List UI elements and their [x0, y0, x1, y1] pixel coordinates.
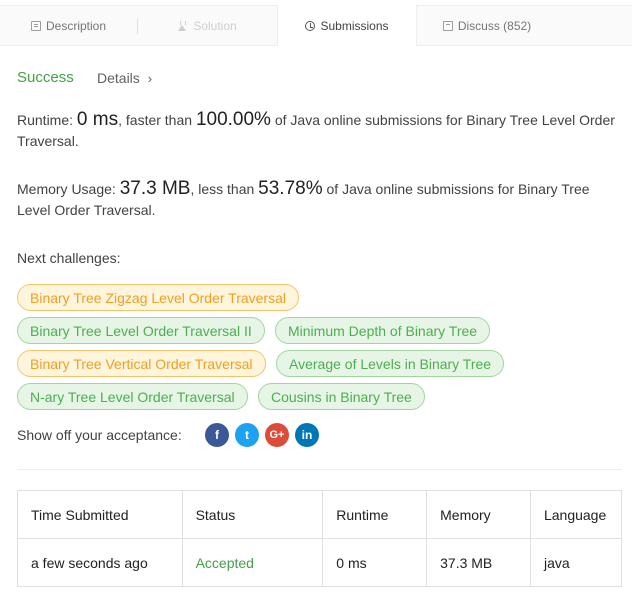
next-challenges-label: Next challenges: — [17, 250, 121, 266]
chevron-right-icon: › — [147, 71, 153, 86]
facebook-icon[interactable]: f — [205, 423, 229, 447]
runtime-mid: , faster than — [118, 112, 196, 128]
memory-prefix: Memory Usage: — [17, 181, 120, 197]
memory-cell: 37.3 MB — [426, 538, 531, 587]
runtime-prefix: Runtime: — [17, 112, 77, 128]
runtime-cell: 0 ms — [322, 538, 428, 587]
memory-stat: Memory Usage: 37.3 MB, less than 53.78% … — [17, 178, 622, 221]
details-link[interactable]: Details › — [97, 70, 152, 86]
challenge-chip[interactable]: Average of Levels in Binary Tree — [276, 350, 505, 377]
tab-discuss-label: Discuss (852) — [457, 19, 532, 33]
share-label: Show off your acceptance: — [17, 427, 182, 443]
challenge-chip[interactable]: Binary Tree Level Order Traversal II — [17, 317, 265, 344]
clock-icon — [305, 20, 316, 31]
column-header: Language — [529, 490, 623, 539]
runtime-stat: Runtime: 0 ms, faster than 100.00% of Ja… — [17, 109, 622, 152]
tab-description-label: Description — [45, 19, 107, 33]
details-label: Details — [97, 70, 140, 86]
runtime-value: 0 ms — [76, 109, 119, 130]
submissions-table: Time Submitted Status Runtime Memory Lan… — [17, 490, 623, 587]
time-submitted-cell: a few seconds ago — [17, 538, 183, 587]
linkedin-icon[interactable]: in — [295, 423, 319, 447]
result-status: Success — [17, 69, 74, 86]
challenge-chip[interactable]: Binary Tree Zigzag Level Order Traversal — [17, 284, 299, 311]
column-header: Status — [181, 490, 324, 539]
memory-percent: 53.78% — [258, 178, 323, 199]
language-cell: java — [529, 538, 623, 587]
challenge-chip[interactable]: Binary Tree Vertical Order Traversal — [17, 350, 266, 377]
tab-discuss[interactable]: Discuss (852) — [417, 6, 557, 46]
tab-submissions-label: Submissions — [320, 18, 389, 33]
tab-submissions[interactable]: Submissions — [277, 5, 417, 46]
tab-description[interactable]: Description — [0, 6, 137, 46]
tab-solution[interactable]: Solution — [138, 6, 277, 46]
tab-solution-label: Solution — [193, 19, 237, 33]
memory-mid: , less than — [190, 181, 259, 197]
chat-icon — [442, 21, 453, 31]
flask-icon — [178, 21, 188, 31]
twitter-icon[interactable]: t — [235, 423, 259, 447]
column-header: Runtime — [322, 490, 428, 539]
description-icon — [30, 21, 41, 31]
challenge-chip[interactable]: N-ary Tree Level Order Traversal — [17, 383, 248, 410]
table-header-row: Time Submitted Status Runtime Memory Lan… — [17, 490, 623, 539]
status-link[interactable]: Accepted — [181, 538, 324, 587]
google-plus-icon[interactable]: G+ — [265, 423, 289, 447]
challenge-chip[interactable]: Cousins in Binary Tree — [258, 383, 425, 410]
challenge-chip[interactable]: Minimum Depth of Binary Tree — [275, 317, 491, 344]
section-divider — [17, 469, 622, 470]
table-row[interactable]: a few seconds ago Accepted 0 ms 37.3 MB … — [17, 538, 623, 587]
tab-bar: Description Solution Submissions Discuss… — [0, 5, 632, 46]
column-header: Memory — [426, 490, 531, 539]
column-header: Time Submitted — [17, 490, 183, 539]
runtime-percent: 100.00% — [195, 109, 271, 130]
memory-value: 37.3 MB — [119, 178, 191, 199]
